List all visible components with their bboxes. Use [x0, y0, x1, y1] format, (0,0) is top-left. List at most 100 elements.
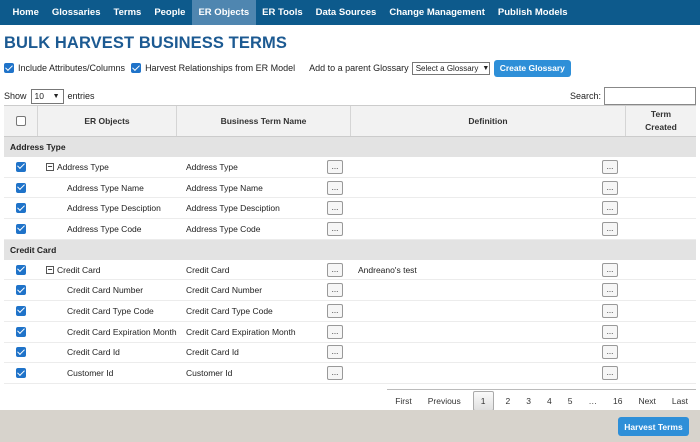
- edit-definition-button[interactable]: ...: [602, 366, 618, 381]
- page-title: BULK HARVEST BUSINESS TERMS: [4, 34, 287, 52]
- definition-cell: ...: [351, 221, 626, 236]
- business-term-cell: Address Type...: [177, 159, 351, 174]
- business-term-cell: Customer Id...: [177, 366, 351, 381]
- edit-term-button[interactable]: ...: [327, 303, 343, 318]
- row-select-cell: [4, 203, 38, 214]
- pagination-page[interactable]: 2: [498, 391, 519, 411]
- pagination-next[interactable]: Next: [630, 391, 663, 411]
- collapse-icon[interactable]: −: [46, 162, 54, 171]
- include-attributes-label: Include Attributes/Columns: [18, 63, 126, 73]
- er-object-cell: Customer Id: [38, 368, 177, 378]
- table-row: − Credit Card Credit Card... Andreano's tes…: [4, 260, 696, 281]
- pagination-page[interactable]: 4: [539, 391, 560, 411]
- harvest-terms-button[interactable]: Harvest Terms: [618, 417, 689, 436]
- business-term-name: Customer Id: [186, 368, 233, 379]
- edit-term-button[interactable]: ...: [327, 159, 343, 174]
- pagination-page[interactable]: 5: [560, 391, 581, 411]
- pagination-page[interactable]: 1: [472, 390, 494, 411]
- harvest-options: Include Attributes/Columns Harvest Relat…: [4, 59, 571, 77]
- chevron-down-icon: ▼: [52, 92, 60, 100]
- edit-term-button[interactable]: ...: [327, 262, 343, 277]
- pagination-page[interactable]: 16: [605, 391, 630, 411]
- edit-definition-button[interactable]: ...: [602, 324, 618, 339]
- select-all-checkbox[interactable]: [15, 116, 26, 126]
- glossary-select[interactable]: Select a Glossary ▼: [411, 61, 490, 75]
- row-checkbox[interactable]: [16, 305, 26, 316]
- row-checkbox[interactable]: [16, 264, 26, 275]
- definition-cell: ...: [351, 303, 626, 318]
- row-checkbox[interactable]: [16, 368, 26, 379]
- top-navigation: Home Glossaries Terms People ER Objects ER To…: [0, 0, 700, 25]
- edit-definition-button[interactable]: ...: [602, 262, 618, 277]
- row-checkbox[interactable]: [16, 285, 26, 296]
- create-glossary-button[interactable]: Create Glossary: [493, 59, 571, 77]
- include-attributes-checkbox[interactable]: [4, 63, 14, 73]
- edit-definition-button[interactable]: ...: [602, 180, 618, 195]
- glossary-select-value: Select a Glossary: [415, 63, 479, 73]
- business-term-cell: Credit Card Type Code...: [177, 303, 351, 318]
- row-select-cell: [4, 285, 38, 296]
- entries-label: entries: [67, 91, 95, 101]
- business-term-cell: Address Type Name...: [177, 180, 351, 195]
- page-length-select[interactable]: 10 ▼: [30, 88, 64, 104]
- row-checkbox[interactable]: [16, 203, 26, 214]
- nav-item-people[interactable]: People: [148, 0, 192, 25]
- er-object-cell: − Credit Card: [38, 265, 177, 275]
- show-label: Show: [4, 91, 27, 101]
- definition-cell: ...: [351, 201, 626, 216]
- row-checkbox[interactable]: [16, 223, 26, 234]
- edit-definition-button[interactable]: ...: [602, 201, 618, 216]
- footer-bar: Harvest Terms: [0, 410, 700, 442]
- nav-item-data-sources[interactable]: Data Sources: [309, 0, 383, 25]
- page-length-value: 10: [34, 91, 44, 101]
- header-business-term[interactable]: Business Term Name: [177, 106, 351, 136]
- edit-definition-button[interactable]: ...: [602, 221, 618, 236]
- edit-term-button[interactable]: ...: [327, 201, 343, 216]
- nav-item-glossaries[interactable]: Glossaries: [45, 0, 107, 25]
- er-object-cell: Address Type Code: [38, 224, 177, 234]
- terms-table: ER Objects Business Term Name Definition…: [4, 105, 696, 384]
- business-term-name: Address Type: [186, 161, 238, 172]
- pagination-last[interactable]: Last: [664, 391, 696, 411]
- edit-definition-button[interactable]: ...: [602, 345, 618, 360]
- edit-term-button[interactable]: ...: [327, 283, 343, 298]
- header-definition[interactable]: Definition: [351, 106, 626, 136]
- nav-item-publish-models[interactable]: Publish Models: [491, 0, 574, 25]
- pagination-previous[interactable]: Previous: [420, 391, 469, 411]
- edit-definition-button[interactable]: ...: [602, 159, 618, 174]
- header-term-created-line1: Term: [650, 109, 672, 119]
- business-term-cell: Credit Card Expiration Month...: [177, 324, 351, 339]
- row-checkbox[interactable]: [16, 347, 26, 358]
- header-er-objects[interactable]: ER Objects: [38, 106, 177, 136]
- collapse-icon[interactable]: −: [46, 265, 54, 274]
- search-input[interactable]: [604, 87, 696, 105]
- edit-definition-button[interactable]: ...: [602, 283, 618, 298]
- definition-cell: ...: [351, 283, 626, 298]
- edit-term-button[interactable]: ...: [327, 221, 343, 236]
- nav-item-er-objects[interactable]: ER Objects: [191, 0, 256, 25]
- nav-item-change-management[interactable]: Change Management: [383, 0, 492, 25]
- header-term-created[interactable]: Term Created: [626, 106, 696, 136]
- row-select-cell: [4, 182, 38, 193]
- edit-term-button[interactable]: ...: [327, 324, 343, 339]
- harvest-relationships-label: Harvest Relationships from ER Model: [145, 63, 296, 73]
- business-term-name: Credit Card: [186, 264, 230, 275]
- pagination-page[interactable]: 3: [518, 391, 539, 411]
- nav-item-home[interactable]: Home: [6, 0, 45, 25]
- definition-text: Andreano's test: [358, 264, 417, 275]
- row-checkbox[interactable]: [16, 161, 26, 172]
- parent-glossary-label: Add to a parent Glossary: [309, 63, 409, 73]
- row-checkbox[interactable]: [16, 182, 26, 193]
- pagination-first[interactable]: First: [387, 391, 420, 411]
- er-object-name: Address Type Code: [67, 223, 142, 234]
- row-checkbox[interactable]: [16, 326, 26, 337]
- edit-definition-button[interactable]: ...: [602, 303, 618, 318]
- harvest-relationships-checkbox[interactable]: [131, 63, 142, 73]
- edit-term-button[interactable]: ...: [327, 180, 343, 195]
- edit-term-button[interactable]: ...: [327, 345, 343, 360]
- er-object-cell: Address Type Desciption: [38, 203, 177, 213]
- table-row: Credit Card Id Credit Card Id......: [4, 343, 696, 364]
- nav-item-terms[interactable]: Terms: [107, 0, 148, 25]
- edit-term-button[interactable]: ...: [327, 366, 343, 381]
- nav-item-er-tools[interactable]: ER Tools: [256, 0, 309, 25]
